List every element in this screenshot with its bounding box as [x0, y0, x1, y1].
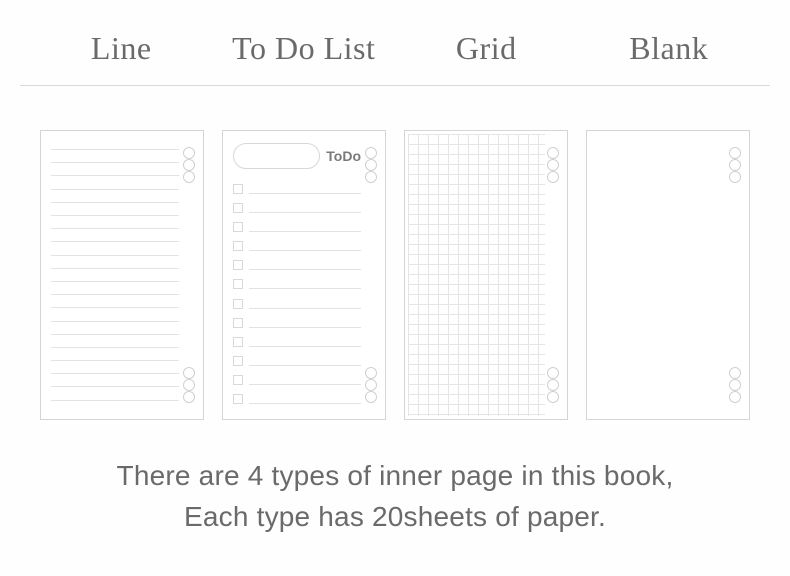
hole-icon [183, 171, 195, 183]
checkbox-icon [233, 318, 243, 328]
hole-icon [729, 391, 741, 403]
grid-pattern [408, 134, 545, 416]
hole-icon [365, 159, 377, 171]
binder-holes [729, 147, 741, 403]
hole-icon [183, 159, 195, 171]
hole-icon [365, 171, 377, 183]
checkbox-icon [233, 375, 243, 385]
hole-icon [365, 147, 377, 159]
checkbox-icon [233, 337, 243, 347]
hole-icon [547, 391, 559, 403]
hole-icon [547, 367, 559, 379]
hole-icon [547, 147, 559, 159]
hole-icon [729, 147, 741, 159]
checkbox-icon [233, 394, 243, 404]
checkbox-icon [233, 203, 243, 213]
header-todo: To Do List [213, 30, 396, 67]
checkbox-icon [233, 260, 243, 270]
header-row: Line To Do List Grid Blank [20, 30, 770, 86]
hole-icon [729, 379, 741, 391]
checkbox-icon [233, 184, 243, 194]
checkbox-icon [233, 356, 243, 366]
hole-icon [729, 367, 741, 379]
hole-icon [365, 391, 377, 403]
binder-holes [547, 147, 559, 403]
hole-icon [547, 379, 559, 391]
checkbox-icon [233, 299, 243, 309]
header-blank: Blank [578, 30, 761, 67]
page-samples-row: ToDo [20, 130, 770, 420]
todo-header: ToDo [233, 141, 361, 171]
hole-icon [547, 159, 559, 171]
todo-layout: ToDo [233, 141, 361, 409]
sample-page-line [40, 130, 204, 420]
binder-holes [365, 147, 377, 403]
sample-page-todo: ToDo [222, 130, 386, 420]
hole-icon [183, 147, 195, 159]
binder-holes [183, 147, 195, 403]
caption-line-2: Each type has 20sheets of paper. [20, 497, 770, 538]
checkbox-icon [233, 222, 243, 232]
sample-page-grid [404, 130, 568, 420]
hole-icon [183, 391, 195, 403]
hole-icon [729, 159, 741, 171]
hole-icon [365, 367, 377, 379]
sample-page-blank [586, 130, 750, 420]
hole-icon [547, 171, 559, 183]
product-diagram: Line To Do List Grid Blank [0, 0, 790, 537]
todo-lines [233, 179, 361, 409]
caption: There are 4 types of inner page in this … [20, 456, 770, 537]
hole-icon [729, 171, 741, 183]
caption-line-1: There are 4 types of inner page in this … [20, 456, 770, 497]
checkbox-icon [233, 279, 243, 289]
checkbox-icon [233, 241, 243, 251]
todo-title-box [233, 143, 320, 169]
header-line: Line [30, 30, 213, 67]
hole-icon [183, 379, 195, 391]
hole-icon [183, 367, 195, 379]
hole-icon [365, 379, 377, 391]
header-grid: Grid [395, 30, 578, 67]
line-rulings [51, 143, 179, 407]
todo-label: ToDo [326, 148, 361, 164]
